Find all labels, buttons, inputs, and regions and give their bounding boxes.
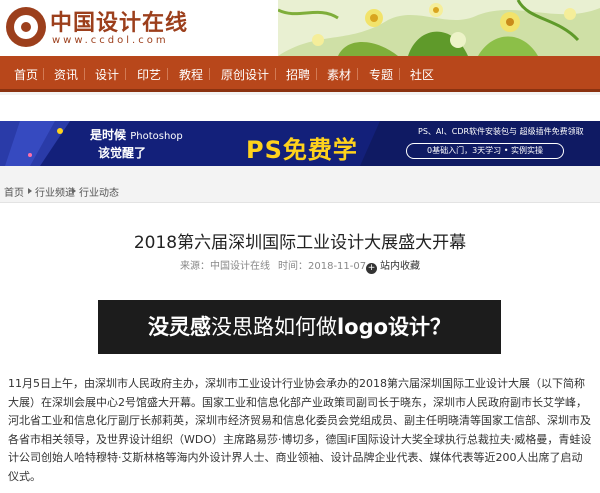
nav-item-tutorials[interactable]: 教程 xyxy=(179,66,203,83)
header-spacer xyxy=(0,95,600,121)
site-logo[interactable]: 中国设计在线 www.ccdol.com xyxy=(0,4,200,52)
article: 2018第六届深圳国际工业设计大展盛大开幕 来源：中国设计在线 时间：2018-… xyxy=(0,203,600,493)
plus-icon: + xyxy=(366,263,377,274)
nav-divider xyxy=(357,68,358,80)
nav-divider xyxy=(167,68,168,80)
breadcrumb-arrow-icon xyxy=(72,188,76,194)
main-nav: 首页 资讯 设计 印艺 教程 原创设计 招聘 素材 专题 社区 xyxy=(0,56,600,92)
nav-item-jobs[interactable]: 招聘 xyxy=(286,66,310,83)
promo-thin: 没思路如何做 xyxy=(210,315,337,339)
breadcrumb-home[interactable]: 首页 xyxy=(4,184,24,199)
breadcrumb-industry-channel[interactable]: 行业频道 xyxy=(35,184,75,199)
promo-text: 没灵感没思路如何做logo设计？ xyxy=(98,311,501,341)
nav-item-community[interactable]: 社区 xyxy=(410,66,434,83)
breadcrumb: 首页 行业频道 行业动态 xyxy=(0,178,600,202)
nav-divider xyxy=(125,68,126,80)
favorite-label: 站内收藏 xyxy=(380,261,420,272)
article-body: 11月5日上午，由深圳市人民政府主办，深圳市工业设计行业协会承办的2018第六届… xyxy=(8,377,592,483)
nav-divider xyxy=(399,68,400,80)
nav-divider xyxy=(43,68,44,80)
site-header: 中国设计在线 www.ccdol.com xyxy=(0,0,600,56)
nav-item-assets[interactable]: 素材 xyxy=(327,66,351,83)
logo-mark-icon xyxy=(6,7,46,47)
banner-cta-pill[interactable]: 0基础入门，3天学习 • 实例实操 xyxy=(406,143,564,159)
banner-line-1: 是时候 Photoshop xyxy=(90,128,183,142)
nav-item-home[interactable]: 首页 xyxy=(14,66,38,83)
nav-item-topics[interactable]: 专题 xyxy=(369,66,393,83)
nav-divider xyxy=(275,68,276,80)
logo-course-promo[interactable]: 没灵感没思路如何做logo设计？ xyxy=(98,300,501,354)
header-flower-illustration xyxy=(278,0,600,56)
site-url: www.ccdol.com xyxy=(52,35,169,46)
banner-headline: PS免费学 xyxy=(246,136,358,164)
promo-bold-2: logo设计？ xyxy=(336,315,452,339)
banner-line-2: 该觉醒了 xyxy=(98,146,147,160)
article-time: 时间：2018-11-07 xyxy=(278,261,367,272)
article-title: 2018第六届深圳国际工业设计大展盛大开幕 xyxy=(133,233,467,253)
nav-item-original-design[interactable]: 原创设计 xyxy=(221,66,269,83)
ad-banner[interactable]: 是时候 Photoshop 该觉醒了 PS免费学 PS、AI、CDR软件安装包与… xyxy=(0,121,600,166)
nav-item-news[interactable]: 资讯 xyxy=(54,66,78,83)
nav-divider xyxy=(316,68,317,80)
breadcrumb-arrow-icon xyxy=(28,188,32,194)
site-name: 中国设计在线 xyxy=(50,11,189,36)
article-source: 来源：中国设计在线 xyxy=(180,261,270,272)
nav-divider xyxy=(209,68,210,80)
nav-item-print[interactable]: 印艺 xyxy=(137,66,161,83)
nav-item-design[interactable]: 设计 xyxy=(95,66,119,83)
promo-bold: 没灵感 xyxy=(147,315,211,339)
banner-tools-note: PS、AI、CDR软件安装包与 超级插件免费领取 xyxy=(418,127,584,136)
favorite-button[interactable]: + 站内收藏 xyxy=(366,257,420,274)
nav-divider xyxy=(84,68,85,80)
breadcrumb-industry-news[interactable]: 行业动态 xyxy=(79,184,119,199)
